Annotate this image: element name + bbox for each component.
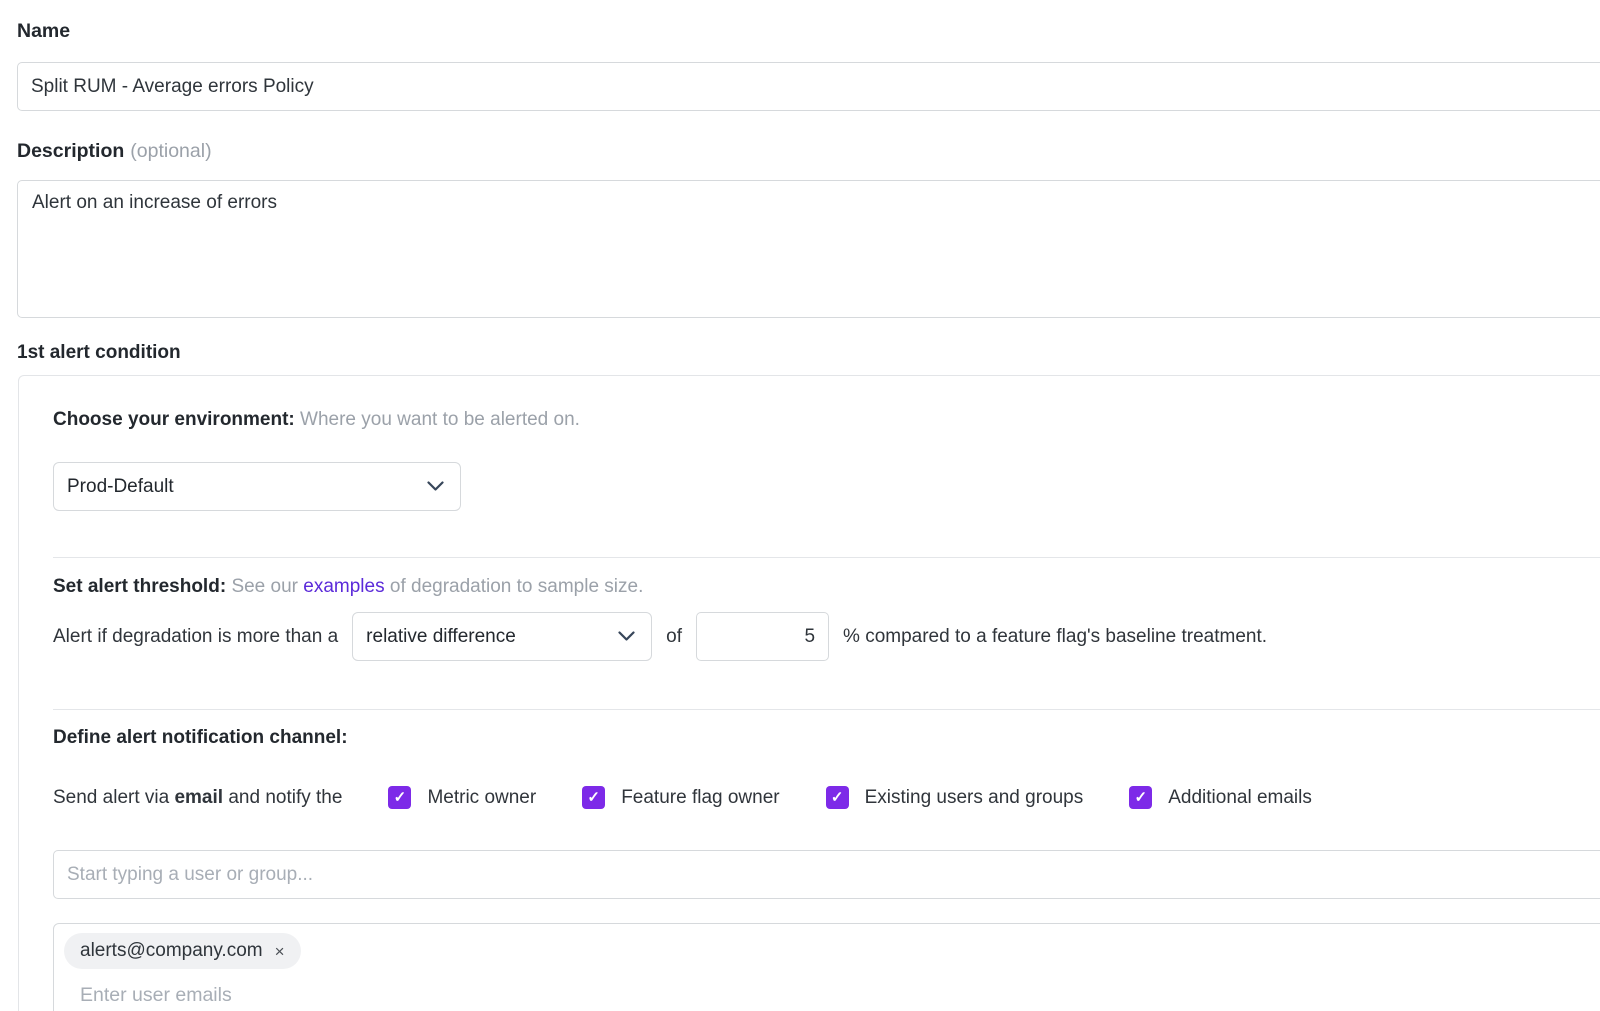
threshold-row: Alert if degradation is more than a rela…	[53, 612, 1600, 661]
divider	[53, 557, 1600, 558]
name-label: Name	[17, 20, 1600, 43]
description-label: Description (optional)	[17, 140, 1600, 163]
environment-select-value: Prod-Default	[67, 476, 174, 498]
examples-link[interactable]: examples	[303, 576, 384, 597]
threshold-sentence-prefix: Alert if degradation is more than a	[53, 626, 338, 648]
email-chip: alerts@company.com ×	[64, 933, 301, 969]
send-alert-sentence: Send alert via email and notify the	[53, 787, 342, 809]
threshold-hint-before: See our	[231, 576, 298, 597]
existing-users-label[interactable]: Existing users and groups	[865, 787, 1084, 809]
optional-hint: (optional)	[130, 140, 211, 162]
notification-channel-label: Define alert notification channel:	[53, 727, 1600, 749]
additional-emails-label[interactable]: Additional emails	[1168, 787, 1312, 809]
additional-emails-checkbox[interactable]: ✓	[1129, 786, 1152, 809]
user-or-group-input[interactable]	[53, 850, 1600, 899]
environment-label-row: Choose your environment: Where you want …	[53, 409, 1600, 431]
metric-owner-checkbox[interactable]: ✓	[388, 786, 411, 809]
checkbox-group-additional-emails: ✓ Additional emails	[1129, 786, 1312, 809]
name-input[interactable]	[17, 62, 1600, 111]
description-label-text: Description	[17, 140, 124, 162]
threshold-label: Set alert threshold:	[53, 576, 226, 597]
chevron-down-icon	[427, 481, 444, 492]
environment-label: Choose your environment:	[53, 409, 295, 430]
of-label: of	[666, 626, 682, 648]
send-alert-prefix: Send alert via	[53, 787, 169, 808]
send-alert-suffix: and notify the	[228, 787, 342, 808]
threshold-value-input[interactable]	[696, 612, 829, 661]
divider	[53, 709, 1600, 710]
existing-users-checkbox[interactable]: ✓	[826, 786, 849, 809]
threshold-hint-after: of degradation to sample size.	[390, 576, 644, 597]
notification-recipients-row: Send alert via email and notify the ✓ Me…	[53, 786, 1600, 809]
checkmark-icon: ✓	[587, 790, 600, 805]
send-alert-email-word: email	[174, 787, 223, 808]
email-chip-text: alerts@company.com	[80, 940, 263, 962]
additional-emails-box[interactable]: alerts@company.com × Enter user emails	[53, 923, 1600, 1011]
threshold-label-row: Set alert threshold: See our examples of…	[53, 576, 1600, 598]
environment-hint: Where you want to be alerted on.	[300, 409, 580, 430]
comparison-type-value: relative difference	[366, 626, 516, 648]
metric-owner-label[interactable]: Metric owner	[427, 787, 536, 809]
description-textarea[interactable]: Alert on an increase of errors	[17, 180, 1600, 318]
alert-policy-form: Name Description (optional) Alert on an i…	[0, 0, 1600, 1011]
checkbox-group-feature-flag-owner: ✓ Feature flag owner	[582, 786, 779, 809]
checkbox-group-metric-owner: ✓ Metric owner	[388, 786, 536, 809]
environment-select[interactable]: Prod-Default	[53, 462, 461, 511]
alert-condition-panel: Choose your environment: Where you want …	[18, 375, 1600, 1011]
checkbox-group-existing-users: ✓ Existing users and groups	[826, 786, 1084, 809]
feature-flag-owner-label[interactable]: Feature flag owner	[621, 787, 779, 809]
feature-flag-owner-checkbox[interactable]: ✓	[582, 786, 605, 809]
email-input-placeholder: Enter user emails	[80, 984, 1600, 1007]
checkmark-icon: ✓	[831, 790, 844, 805]
threshold-sentence-suffix: % compared to a feature flag's baseline …	[843, 626, 1267, 648]
checkmark-icon: ✓	[394, 790, 407, 805]
checkmark-icon: ✓	[1134, 790, 1147, 805]
chevron-down-icon	[618, 631, 635, 642]
comparison-type-select[interactable]: relative difference	[352, 612, 652, 661]
remove-email-icon[interactable]: ×	[275, 943, 285, 960]
first-alert-condition-heading: 1st alert condition	[17, 342, 1600, 364]
